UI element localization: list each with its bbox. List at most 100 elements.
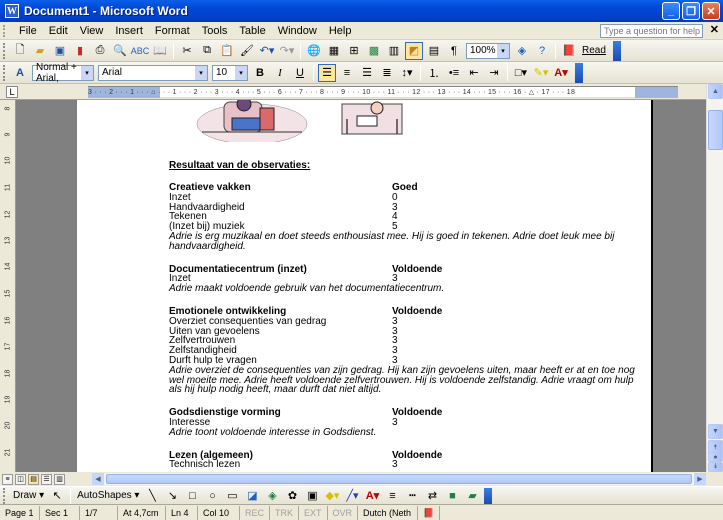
spelling-icon[interactable]: ABC (131, 42, 150, 60)
restore-button[interactable]: ❐ (682, 2, 700, 20)
save-icon[interactable]: ▣ (51, 42, 69, 60)
menu-tools[interactable]: Tools (196, 25, 234, 37)
font-size-select[interactable]: 10 ▾ (212, 64, 248, 81)
line-style-icon[interactable]: ≡ (383, 487, 401, 505)
bullets-icon[interactable]: •≡ (445, 64, 463, 82)
insert-excel-icon[interactable]: ▩ (365, 42, 383, 60)
scroll-right-icon[interactable]: ▶ (694, 473, 706, 485)
read-icon-small[interactable]: ◈ (513, 42, 531, 60)
numbering-icon[interactable]: ⒈ (425, 64, 443, 82)
text-box-icon[interactable]: ▭ (223, 487, 241, 505)
highlight-icon[interactable]: ✎▾ (532, 64, 550, 82)
diagram-icon[interactable]: ◈ (263, 487, 281, 505)
insert-table-icon[interactable]: ⊞ (345, 42, 363, 60)
align-left-icon[interactable]: ☰ (318, 63, 336, 82)
align-center-icon[interactable]: ≡ (338, 64, 356, 82)
web-layout-icon[interactable]: ◫ (15, 473, 26, 485)
bold-icon[interactable]: B (251, 64, 269, 82)
permission-icon[interactable]: ▮ (71, 42, 89, 60)
zoom-select[interactable]: 100% ▾ (466, 42, 510, 59)
toolbar-grip[interactable] (3, 42, 7, 59)
status-rec[interactable]: REC (240, 505, 271, 520)
columns-icon[interactable]: ▥ (385, 42, 403, 60)
document-text[interactable]: Resultaat van de observaties: Creatieve v… (77, 100, 651, 472)
draw-menu-button[interactable]: Draw ▾ (13, 490, 44, 501)
font-select[interactable]: Arial ▾ (98, 64, 208, 81)
outline-view-icon[interactable]: ☰ (41, 473, 52, 485)
toolbar-options-icon[interactable] (575, 62, 583, 83)
select-objects-icon[interactable]: ↖ (48, 487, 66, 505)
menu-help[interactable]: Help (323, 25, 358, 37)
ruler-bar[interactable]: 3 · · · 2 · · · 1 · · · ⌂ · · · 1 · · · … (88, 86, 678, 98)
toolbar-grip[interactable] (3, 487, 7, 504)
menu-file[interactable]: File (13, 25, 43, 37)
line-icon[interactable]: ╲ (143, 487, 161, 505)
menu-view[interactable]: View (74, 25, 110, 37)
horizontal-ruler[interactable]: L 3 · · · 2 · · · 1 · · · ⌂ · · · 1 · · … (0, 84, 723, 100)
status-trk[interactable]: TRK (270, 505, 300, 520)
menu-window[interactable]: Window (272, 25, 323, 37)
cut-icon[interactable]: ✂ (178, 42, 196, 60)
new-document-icon[interactable]: 🗋 (11, 42, 29, 60)
format-painter-icon[interactable]: 🖌 (238, 42, 256, 60)
border-icon[interactable]: □▾ (512, 64, 530, 82)
vertical-ruler[interactable]: 8 9 10 11 12 13 14 15 16 17 18 19 20 21 (0, 100, 16, 472)
3d-icon[interactable]: ▰ (463, 487, 481, 505)
drawing-icon[interactable]: ◩ (405, 41, 423, 60)
menu-format[interactable]: Format (149, 25, 196, 37)
document-area[interactable]: Resultaat van de observaties: Creatieve v… (16, 100, 706, 472)
italic-icon[interactable]: I (271, 64, 289, 82)
horizontal-scroll-thumb[interactable] (106, 474, 692, 484)
open-icon[interactable]: ▰ (31, 42, 49, 60)
wordart-icon[interactable]: ◪ (243, 487, 261, 505)
toolbar-grip[interactable] (3, 64, 7, 81)
tables-borders-icon[interactable]: ▦ (325, 42, 343, 60)
styles-formatting-icon[interactable]: A (11, 64, 29, 82)
research-icon[interactable]: 📖 (151, 42, 169, 60)
line-color-icon[interactable]: ╱▾ (343, 487, 361, 505)
print-preview-icon[interactable]: 🔍 (111, 42, 129, 60)
menu-insert[interactable]: Insert (109, 25, 149, 37)
horizontal-scrollbar[interactable]: ◀ ▶ (92, 473, 706, 485)
font-color-icon[interactable]: A▾ (552, 64, 570, 82)
word-app-icon[interactable]: W (5, 4, 19, 18)
document-close-icon[interactable]: ✕ (710, 23, 719, 36)
show-hide-icon[interactable]: ¶ (445, 42, 463, 60)
increase-indent-icon[interactable]: ⇥ (485, 64, 503, 82)
style-select[interactable]: Normal + Arial, ▾ (32, 62, 94, 84)
read-mode-icon[interactable]: 📕 (560, 42, 578, 60)
menu-table[interactable]: Table (233, 25, 271, 37)
scroll-up-icon[interactable]: ▲ (708, 84, 723, 99)
font-color-draw-icon[interactable]: A▾ (363, 487, 381, 505)
clipart-icon[interactable]: ✿ (283, 487, 301, 505)
help-icon[interactable]: ? (533, 42, 551, 60)
status-ext[interactable]: EXT (299, 505, 328, 520)
document-page[interactable]: Resultaat van de observaties: Creatieve v… (77, 100, 653, 472)
vertical-scrollbar[interactable]: ▲ ▼ ⯭ ● ⯯ (706, 84, 723, 472)
copy-icon[interactable]: ⧉ (198, 42, 216, 60)
justify-icon[interactable]: ≣ (378, 64, 396, 82)
undo-icon[interactable]: ↶▾ (258, 42, 276, 60)
spelling-status-icon[interactable]: 📕 (418, 505, 441, 520)
status-ovr[interactable]: OVR (328, 505, 359, 520)
toolbar-options-icon[interactable] (612, 40, 621, 61)
decrease-indent-icon[interactable]: ⇤ (465, 64, 483, 82)
minimize-button[interactable]: _ (662, 2, 680, 20)
toolbar-options-icon[interactable] (484, 487, 493, 504)
vertical-scroll-thumb[interactable] (708, 110, 723, 150)
rectangle-icon[interactable]: □ (183, 487, 201, 505)
next-page-icon[interactable]: ⯯ (708, 462, 723, 472)
line-spacing-icon[interactable]: ↕▾ (398, 64, 416, 82)
align-right-icon[interactable]: ☰ (358, 64, 376, 82)
tab-selector[interactable]: L (6, 86, 18, 98)
scroll-down-icon[interactable]: ▼ (708, 424, 723, 439)
oval-icon[interactable]: ○ (203, 487, 221, 505)
document-map-icon[interactable]: ▤ (425, 42, 443, 60)
reading-layout-icon[interactable]: ▥ (54, 473, 65, 485)
browse-object-icon[interactable]: ● (708, 452, 723, 462)
read-mode-button[interactable]: Read (582, 45, 606, 56)
fill-color-icon[interactable]: ◆▾ (323, 487, 341, 505)
normal-view-icon[interactable]: ≡ (2, 473, 13, 485)
redo-icon[interactable]: ↷▾ (278, 42, 296, 60)
close-button[interactable]: ✕ (702, 2, 720, 20)
